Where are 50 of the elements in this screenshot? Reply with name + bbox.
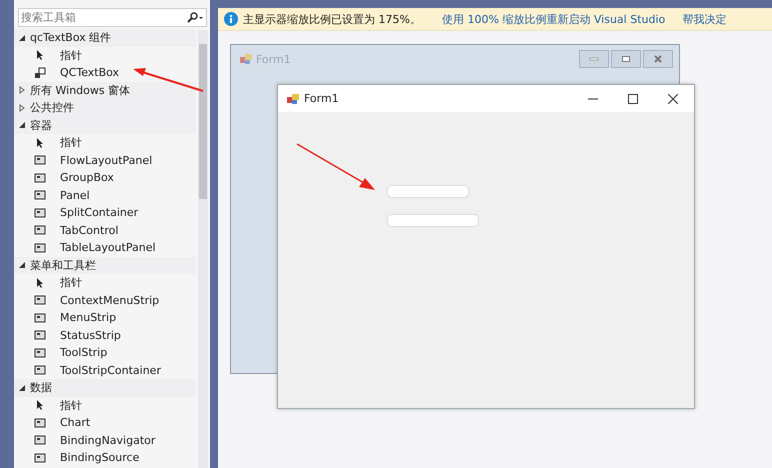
control-icon <box>34 172 46 184</box>
control-icon <box>34 452 46 464</box>
scrollbar[interactable] <box>198 30 208 468</box>
control-icon <box>34 189 46 202</box>
pointer-icon <box>34 399 46 412</box>
form-icon <box>286 92 300 104</box>
control-icon <box>34 312 46 324</box>
control-icon <box>34 294 46 306</box>
info-link[interactable]: 帮我决定 <box>682 12 726 26</box>
control-icon <box>34 242 46 254</box>
form-title: Form1 <box>304 92 339 105</box>
info-message: 主显示器缩放比例已设置为 175%。 <box>243 12 421 26</box>
search-icon[interactable] <box>186 12 204 23</box>
pointer-icon <box>34 49 46 62</box>
control-icon <box>34 364 46 376</box>
info-icon <box>224 12 238 26</box>
collapsed-icon <box>18 104 26 112</box>
expanded-icon <box>18 34 26 42</box>
annotation-arrow <box>132 68 204 92</box>
control-icon <box>34 154 46 166</box>
close-icon[interactable] <box>668 94 678 104</box>
info-link[interactable]: 使用 100% 缩放比例重新启动 Visual Studio <box>442 12 666 26</box>
toolbox-group[interactable]: 所有 Windows 窗体 <box>14 82 196 99</box>
toolbox-group[interactable]: 容器 <box>14 116 196 134</box>
component-icon <box>34 66 46 79</box>
search-field[interactable]: 搜索工具箱 <box>18 8 207 27</box>
maximize-button[interactable] <box>611 50 641 68</box>
expanded-icon <box>18 384 26 392</box>
collapsed-icon <box>18 86 26 94</box>
toolbox-group[interactable]: 公共控件 <box>14 99 196 116</box>
toolbox-group[interactable]: 数据 <box>14 379 196 396</box>
maximize-icon <box>621 55 631 63</box>
close-button[interactable] <box>643 50 673 68</box>
control-icon <box>34 329 46 342</box>
toolbox-group[interactable]: 菜单和工具栏 <box>14 256 196 274</box>
control-icon <box>34 224 46 236</box>
control-icon <box>34 416 46 429</box>
toolbox-group[interactable]: qcTextBox 组件 <box>14 29 196 46</box>
close-icon <box>653 55 663 63</box>
expanded-icon <box>18 121 26 130</box>
control-icon <box>34 206 46 219</box>
pointer-icon <box>34 276 46 289</box>
control-icon <box>34 346 46 359</box>
form-title: Form1 <box>256 52 291 66</box>
expanded-icon <box>18 261 26 270</box>
maximize-icon[interactable] <box>628 94 638 104</box>
control-icon <box>34 434 46 446</box>
pointer-icon <box>34 136 46 149</box>
form-icon <box>239 53 253 65</box>
minimize-icon <box>589 56 599 62</box>
